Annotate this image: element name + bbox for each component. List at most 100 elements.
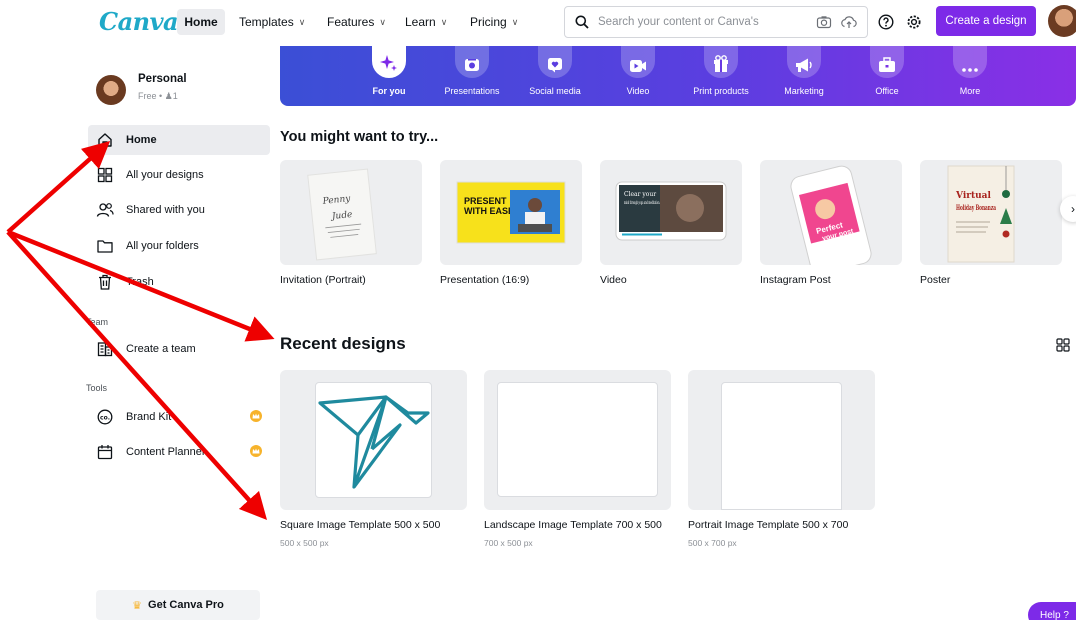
brand-kit-icon: co. (96, 408, 114, 426)
recent-design-title[interactable]: Landscape Image Template 700 x 500 (484, 519, 662, 531)
sidebar-item-shared[interactable]: Shared with you (88, 195, 270, 225)
nav-templates-label: Templates (239, 15, 294, 29)
create-design-button[interactable]: Create a design (936, 6, 1036, 36)
building-icon (96, 340, 114, 358)
nav-home-button[interactable]: Home (177, 9, 225, 35)
recent-design-card-portrait[interactable] (688, 370, 875, 510)
sidebar-item-label: Home (126, 134, 157, 146)
canva-logo[interactable]: Canva (99, 7, 179, 36)
category-label: Video (626, 86, 650, 96)
template-card-invitation[interactable]: Penny Jude (280, 160, 422, 265)
user-avatar[interactable] (1048, 5, 1076, 37)
recent-design-card-landscape[interactable] (484, 370, 671, 510)
square-design-thumbnail (315, 382, 432, 498)
trash-icon (96, 273, 114, 291)
upload-cloud-icon[interactable] (840, 14, 858, 30)
gift-icon (704, 46, 738, 78)
profile-avatar[interactable] (96, 75, 126, 105)
category-more[interactable]: More (935, 46, 1005, 96)
profile-plan: Free • ♟1 (138, 91, 178, 102)
camera-search-icon[interactable] (816, 14, 832, 30)
sidebar-item-home[interactable]: Home (88, 125, 270, 155)
category-social-media[interactable]: Social media (520, 46, 590, 96)
category-office[interactable]: Office (852, 46, 922, 96)
sidebar-item-content-planner[interactable]: Content Planner (88, 437, 270, 467)
search-input[interactable]: Search your content or Canva's (564, 6, 868, 38)
design-category-banner: For you Presentations Social media Video… (280, 46, 1076, 106)
try-section-title: You might want to try... (280, 129, 439, 145)
recent-design-dimensions: 500 x 500 px (280, 538, 329, 548)
grid-view-toggle-icon[interactable] (1056, 338, 1070, 352)
template-label: Video (600, 274, 627, 286)
sidebar-item-label: All your designs (126, 169, 204, 181)
poster-thumbnail: Virtual Holiday Bonanza (947, 165, 1015, 263)
nav-pricing-menu[interactable]: Pricing ∨ (470, 9, 518, 35)
briefcase-icon (870, 46, 904, 78)
template-label: Instagram Post (760, 274, 831, 286)
sidebar-item-all-designs[interactable]: All your designs (88, 160, 270, 190)
settings-gear-icon[interactable] (902, 10, 926, 34)
nav-learn-menu[interactable]: Learn ∨ (405, 9, 447, 35)
nav-learn-label: Learn (405, 15, 436, 29)
template-card-presentation[interactable]: PRESENT WITH EASE (440, 160, 582, 265)
video-thumbnail: Clear your mind through yoga and meditat… (615, 181, 727, 241)
template-label: Poster (920, 274, 951, 286)
nav-features-menu[interactable]: Features ∨ (327, 9, 386, 35)
category-video[interactable]: Video (603, 46, 673, 96)
top-navigation-bar: Canva Home Templates ∨ Features ∨ Learn ∨ P… (0, 0, 1076, 46)
sidebar-item-label: Content Planner (126, 446, 206, 458)
sidebar-item-folders[interactable]: All your folders (88, 231, 270, 261)
category-label: Social media (529, 86, 581, 96)
home-icon (96, 131, 114, 149)
category-label: More (959, 86, 981, 96)
chevron-down-icon: ∨ (440, 16, 448, 27)
instagram-thumbnail: Perfect your post (790, 165, 872, 265)
carousel-next-button[interactable]: › (1060, 196, 1076, 222)
sidebar-item-brand-kit[interactable]: co. Brand Kit (88, 402, 270, 432)
category-marketing[interactable]: Marketing (769, 46, 839, 96)
recent-design-title[interactable]: Square Image Template 500 x 500 (280, 519, 440, 531)
presentation-icon (455, 46, 489, 78)
profile-name[interactable]: Personal (138, 73, 187, 85)
template-label: Presentation (16:9) (440, 274, 530, 286)
template-label: Invitation (Portrait) (280, 274, 366, 286)
nav-pricing-label: Pricing (470, 15, 507, 29)
search-placeholder: Search your content or Canva's (598, 16, 759, 28)
sidebar-item-trash[interactable]: Trash (88, 267, 270, 297)
people-icon (96, 201, 114, 219)
grid-icon (96, 166, 114, 184)
left-sidebar: Personal Free • ♟1 Home All your designs… (86, 46, 270, 620)
profile-member-count: 1 (172, 91, 178, 101)
video-thumb-line2: mind through yoga and meditation. (624, 200, 660, 206)
search-icon (575, 15, 589, 29)
recent-design-title[interactable]: Portrait Image Template 500 x 700 (688, 519, 848, 531)
presentation-thumb-line2: WITH EASE (464, 206, 514, 216)
category-presentations[interactable]: Presentations (437, 46, 507, 96)
sidebar-item-label: Create a team (126, 343, 196, 355)
poster-thumb-line1: Virtual (955, 191, 992, 201)
get-pro-label: Get Canva Pro (148, 599, 224, 611)
get-canva-pro-button[interactable]: ♛ Get Canva Pro (96, 590, 260, 620)
category-label: Office (875, 86, 899, 96)
template-card-poster[interactable]: Virtual Holiday Bonanza (920, 160, 1062, 265)
template-card-video[interactable]: Clear your mind through yoga and meditat… (600, 160, 742, 265)
origami-bird-graphic (318, 395, 430, 489)
chevron-right-icon: › (1071, 202, 1075, 216)
category-print-products[interactable]: Print products (686, 46, 756, 96)
template-card-instagram-post[interactable]: Perfect your post (760, 160, 902, 265)
folder-icon (96, 237, 114, 255)
help-button[interactable]: Help ? (1028, 602, 1076, 620)
category-for-you[interactable]: For you (354, 46, 424, 96)
category-label: Marketing (784, 86, 824, 96)
presentation-thumb-line1: PRESENT (464, 196, 507, 206)
help-circle-icon[interactable] (874, 10, 898, 34)
chevron-down-icon: ∨ (511, 16, 519, 27)
sidebar-item-label: Shared with you (126, 204, 205, 216)
pro-crown-icon (250, 410, 262, 422)
category-label: For you (372, 86, 406, 96)
chevron-down-icon: ∨ (298, 16, 306, 27)
sidebar-item-create-team[interactable]: Create a team (88, 334, 270, 364)
recent-design-card-square[interactable] (280, 370, 467, 510)
sidebar-item-label: Brand Kit (126, 411, 172, 423)
nav-templates-menu[interactable]: Templates ∨ (239, 9, 305, 35)
